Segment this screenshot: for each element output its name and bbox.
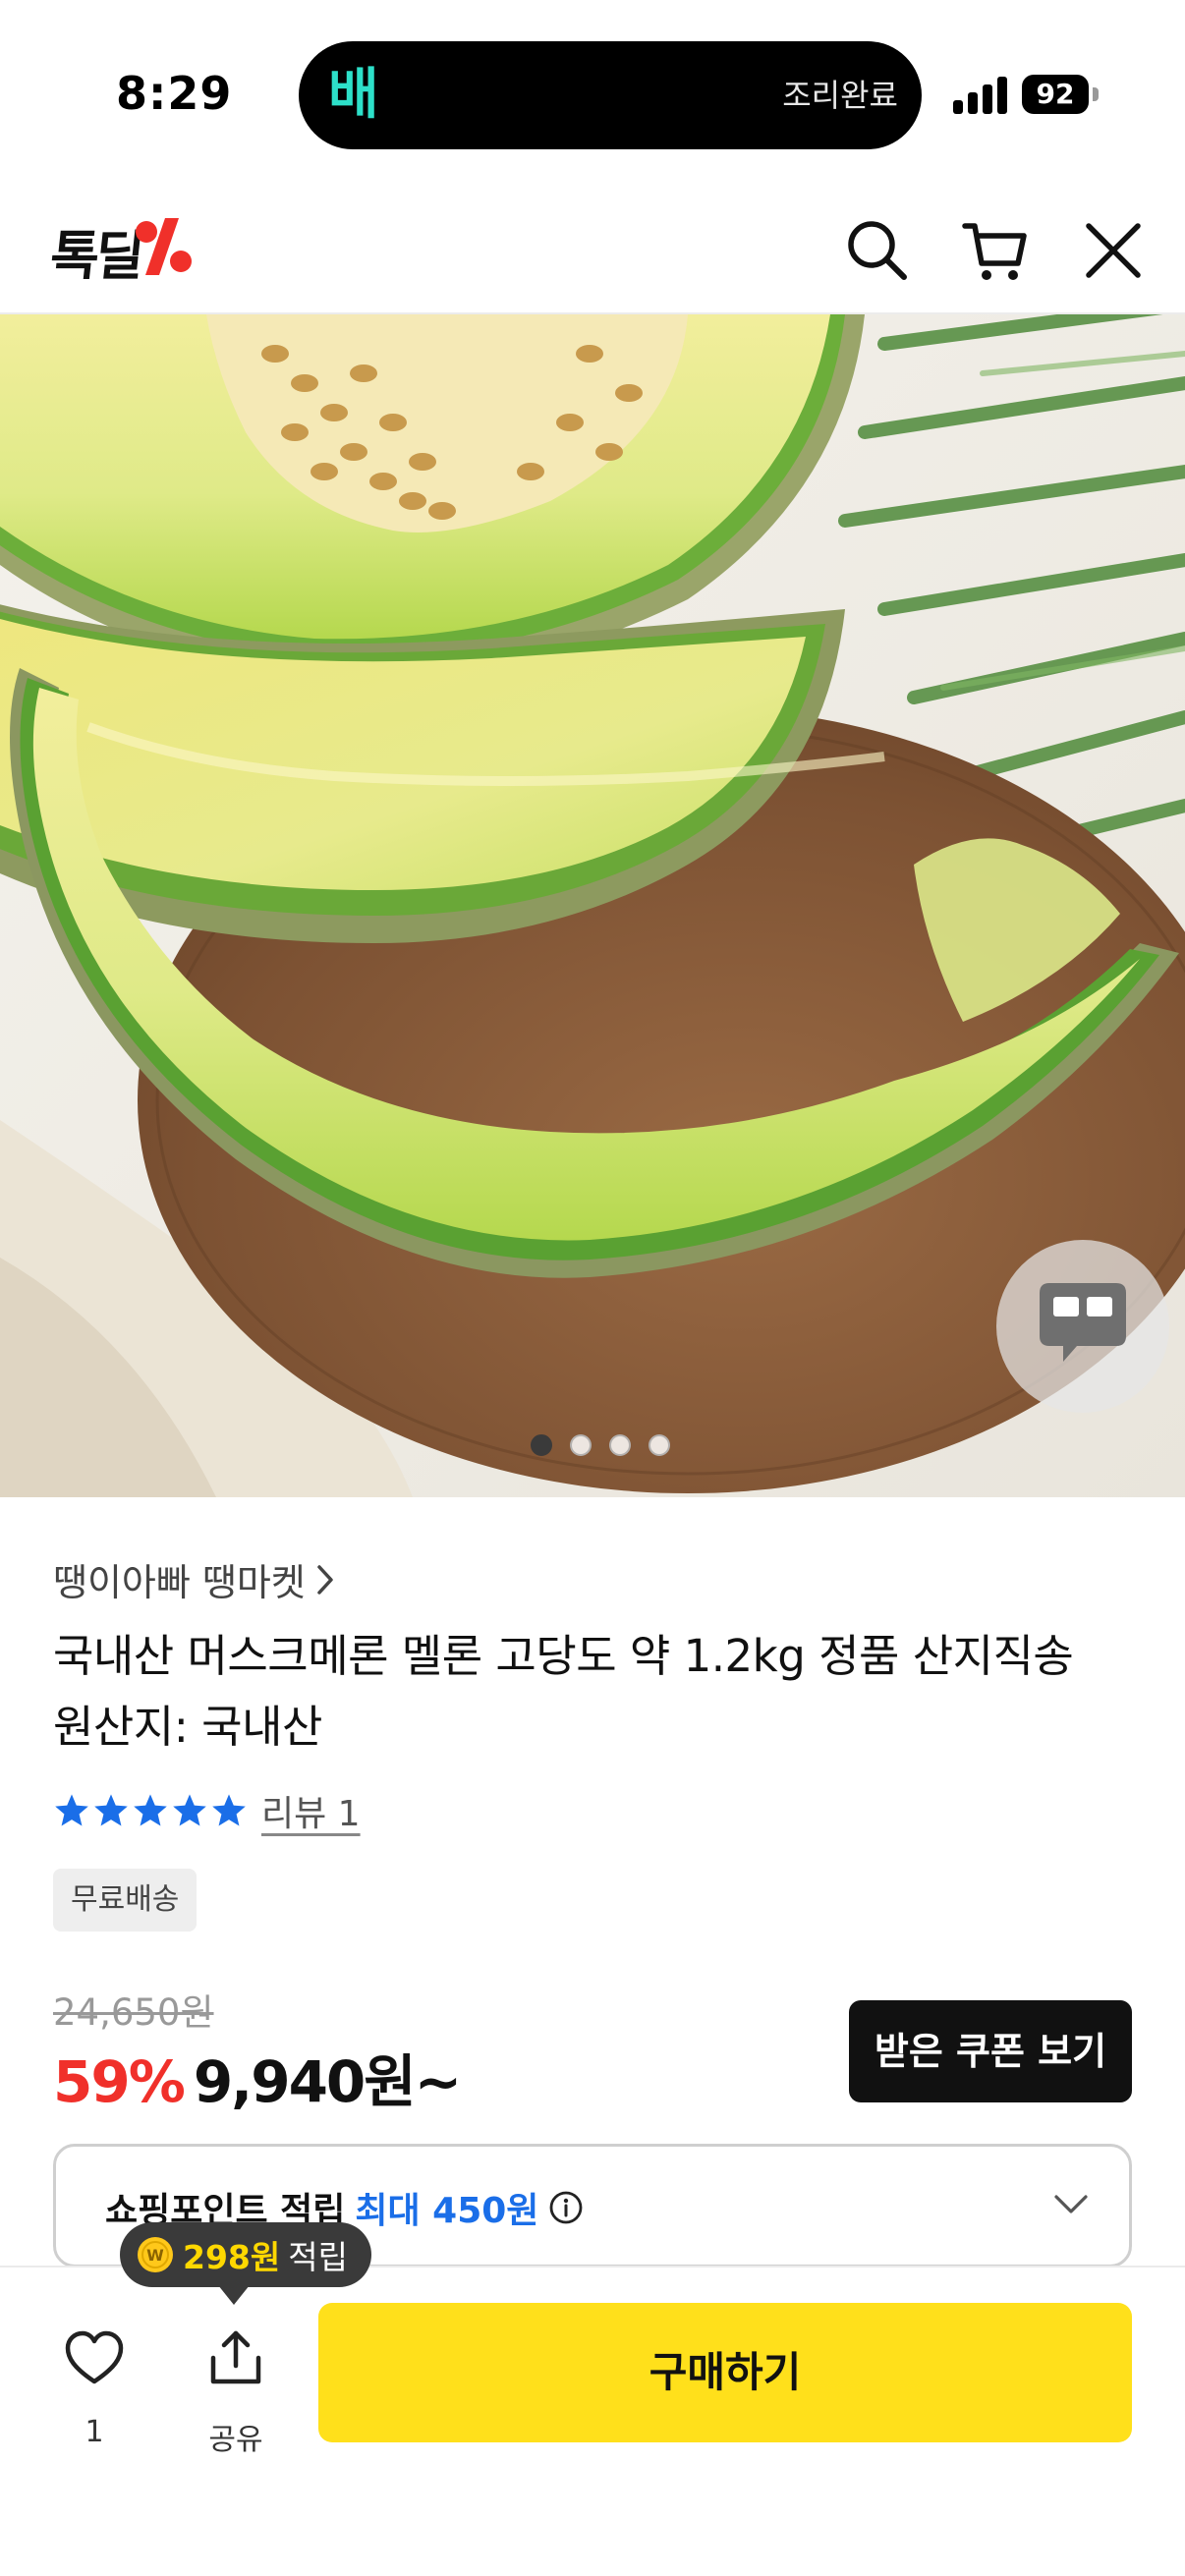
seller-link[interactable]: 땡이아빠 땡마켓 [53, 1552, 335, 1606]
battery-level: 92 [1022, 75, 1089, 114]
view-coupons-button[interactable]: 받은 쿠폰 보기 [849, 2000, 1132, 2102]
search-button[interactable] [841, 214, 914, 287]
chat-button[interactable] [996, 1240, 1169, 1413]
chat-bubble-icon [1040, 1283, 1126, 1362]
status-bar: 8:29 배 조리완료 92 [0, 0, 1185, 177]
brand-logo[interactable]: 톡딜 [47, 216, 143, 287]
close-button[interactable] [1077, 214, 1150, 287]
star-icon [134, 1794, 167, 1826]
share-button[interactable]: 공유 [185, 2319, 287, 2457]
free-shipping-badge: 무료배송 [53, 1869, 198, 1932]
coin-icon: W [138, 2237, 173, 2272]
cellular-signal-icon [953, 75, 1008, 114]
discount-rate: 59% [53, 2048, 186, 2115]
like-count: 1 [85, 2415, 104, 2449]
product-image-carousel[interactable] [0, 314, 1185, 1497]
search-icon [848, 221, 907, 280]
product-title-line: 국내산 머스크메론 멜론 고당도 약 1.2kg 정품 산지직송 [53, 1630, 1074, 1682]
points-max: 최대 450원 [355, 2191, 539, 2231]
cart-button[interactable] [959, 214, 1032, 287]
island-app-icon: 배 [328, 63, 379, 127]
tooltip-points-amount: 298원 [183, 2238, 281, 2276]
carousel-dot[interactable] [609, 1434, 631, 1456]
bottom-action-bar: 1 공유 구매하기 [0, 2266, 1185, 2576]
rating-row[interactable]: 리뷰 1 [53, 1786, 361, 1835]
carousel-dots [0, 1434, 1185, 1458]
buy-now-button[interactable]: 구매하기 [318, 2303, 1132, 2442]
sale-price: 9,940원~ [193, 2048, 462, 2115]
svg-text:W: W [146, 2246, 164, 2265]
price-row: 59% 9,940원~ [53, 2036, 462, 2118]
carousel-dot[interactable] [531, 1434, 552, 1456]
close-icon [1086, 223, 1141, 278]
island-status-text: 조리완료 [782, 77, 898, 114]
chevron-down-icon [1054, 2195, 1088, 2213]
original-price: 24,650원 [53, 1991, 214, 2034]
percent-logo-icon [136, 218, 192, 275]
share-label: 공유 [208, 2423, 263, 2457]
product-title: 국내산 머스크메론 멜론 고당도 약 1.2kg 정품 산지직송 원산지: 국내… [53, 1621, 1134, 1763]
heart-icon [65, 2330, 124, 2384]
battery-icon: 92 [1022, 75, 1099, 114]
product-origin-line: 원산지: 국내산 [53, 1701, 322, 1753]
review-count-link[interactable]: 리뷰 1 [261, 1785, 361, 1836]
tooltip-points-suffix: 적립 [288, 2238, 348, 2276]
app-header: 톡딜 [0, 187, 1185, 314]
like-button[interactable]: 1 [47, 2319, 141, 2456]
carousel-dot[interactable] [649, 1434, 670, 1456]
status-time: 8:29 [116, 67, 233, 120]
star-icon [173, 1794, 206, 1826]
share-icon [210, 2330, 261, 2384]
cart-icon [962, 223, 1027, 280]
info-icon[interactable] [548, 2190, 584, 2225]
carousel-dot[interactable] [570, 1434, 592, 1456]
star-icon [55, 1794, 88, 1826]
star-icon [94, 1794, 128, 1826]
star-icon [212, 1794, 246, 1826]
star-rating [53, 1792, 248, 1829]
seller-name: 땡이아빠 땡마켓 [53, 1561, 306, 1604]
chevron-right-icon [317, 1564, 333, 1595]
dynamic-island[interactable]: 배 조리완료 [299, 41, 922, 149]
points-tooltip: W 298원 적립 [120, 2222, 371, 2305]
